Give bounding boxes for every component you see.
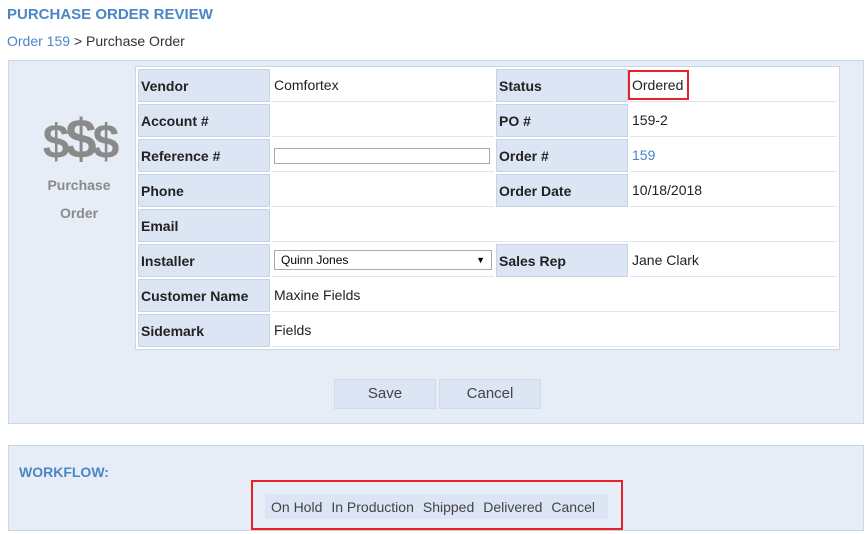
reference-input[interactable] bbox=[274, 147, 490, 164]
workflow-delivered[interactable]: Delivered bbox=[483, 499, 542, 515]
form-row: Customer Name Maxine Fields bbox=[138, 279, 837, 312]
customer-name-value: Maxine Fields bbox=[272, 279, 837, 312]
account-label: Account # bbox=[138, 104, 270, 137]
status-label: Status bbox=[496, 69, 628, 102]
order-date-value: 10/18/2018 bbox=[630, 174, 837, 207]
email-value bbox=[272, 209, 837, 242]
workflow-shipped[interactable]: Shipped bbox=[423, 499, 474, 515]
logo-line-2: Order bbox=[59, 205, 99, 221]
purchase-order-form: Vendor Comfortex Status Ordered Account … bbox=[135, 66, 840, 350]
sidemark-value: Fields bbox=[272, 314, 837, 347]
vendor-value: Comfortex bbox=[272, 69, 494, 102]
sales-rep-value: Jane Clark bbox=[630, 244, 837, 277]
workflow-panel: WORKFLOW: On Hold In Production Shipped … bbox=[8, 445, 864, 531]
phone-value bbox=[272, 174, 494, 207]
workflow-title: WORKFLOW: bbox=[19, 464, 109, 480]
workflow-cancel[interactable]: Cancel bbox=[551, 499, 595, 515]
purchase-order-logo: $$$ Purchase Order bbox=[9, 111, 149, 227]
sales-rep-label: Sales Rep bbox=[496, 244, 628, 277]
dollar-signs-icon: $$$ bbox=[42, 107, 120, 170]
installer-label: Installer bbox=[138, 244, 270, 277]
installer-select[interactable]: Quinn Jones ▼ bbox=[274, 250, 492, 270]
workflow-in-production[interactable]: In Production bbox=[331, 499, 414, 515]
breadcrumb-current: Purchase Order bbox=[86, 33, 185, 49]
save-button[interactable]: Save bbox=[334, 379, 436, 409]
cancel-button[interactable]: Cancel bbox=[439, 379, 541, 409]
breadcrumb: Order 159 > Purchase Order bbox=[7, 33, 185, 49]
form-row: Email bbox=[138, 209, 837, 242]
po-label: PO # bbox=[496, 104, 628, 137]
form-row: Installer Quinn Jones ▼ Sales Rep Jane C… bbox=[138, 244, 837, 277]
order-label: Order # bbox=[496, 139, 628, 172]
form-row: Account # PO # 159-2 bbox=[138, 104, 837, 137]
email-label: Email bbox=[138, 209, 270, 242]
po-value: 159-2 bbox=[630, 104, 837, 137]
workflow-actions: On Hold In Production Shipped Delivered … bbox=[265, 494, 608, 519]
sidemark-label: Sidemark bbox=[138, 314, 270, 347]
purchase-order-panel: $$$ Purchase Order Vendor Comfortex Stat… bbox=[8, 60, 864, 424]
customer-name-label: Customer Name bbox=[138, 279, 270, 312]
form-row: Vendor Comfortex Status Ordered bbox=[138, 69, 837, 102]
phone-label: Phone bbox=[138, 174, 270, 207]
form-row: Sidemark Fields bbox=[138, 314, 837, 347]
vendor-label: Vendor bbox=[138, 69, 270, 102]
workflow-actions-highlight: On Hold In Production Shipped Delivered … bbox=[251, 480, 623, 530]
form-row: Reference # Order # 159 bbox=[138, 139, 837, 172]
breadcrumb-separator: > bbox=[73, 33, 83, 49]
status-value: Ordered bbox=[628, 70, 690, 100]
breadcrumb-order-link[interactable]: Order 159 bbox=[7, 33, 70, 49]
order-link[interactable]: 159 bbox=[632, 147, 655, 163]
workflow-on-hold[interactable]: On Hold bbox=[271, 499, 322, 515]
form-row: Phone Order Date 10/18/2018 bbox=[138, 174, 837, 207]
logo-line-1: Purchase bbox=[47, 177, 111, 193]
installer-selected-value: Quinn Jones bbox=[281, 253, 349, 267]
reference-label: Reference # bbox=[138, 139, 270, 172]
order-date-label: Order Date bbox=[496, 174, 628, 207]
account-value bbox=[272, 104, 494, 137]
page-title: PURCHASE ORDER REVIEW bbox=[7, 6, 213, 23]
chevron-down-icon: ▼ bbox=[476, 255, 485, 265]
